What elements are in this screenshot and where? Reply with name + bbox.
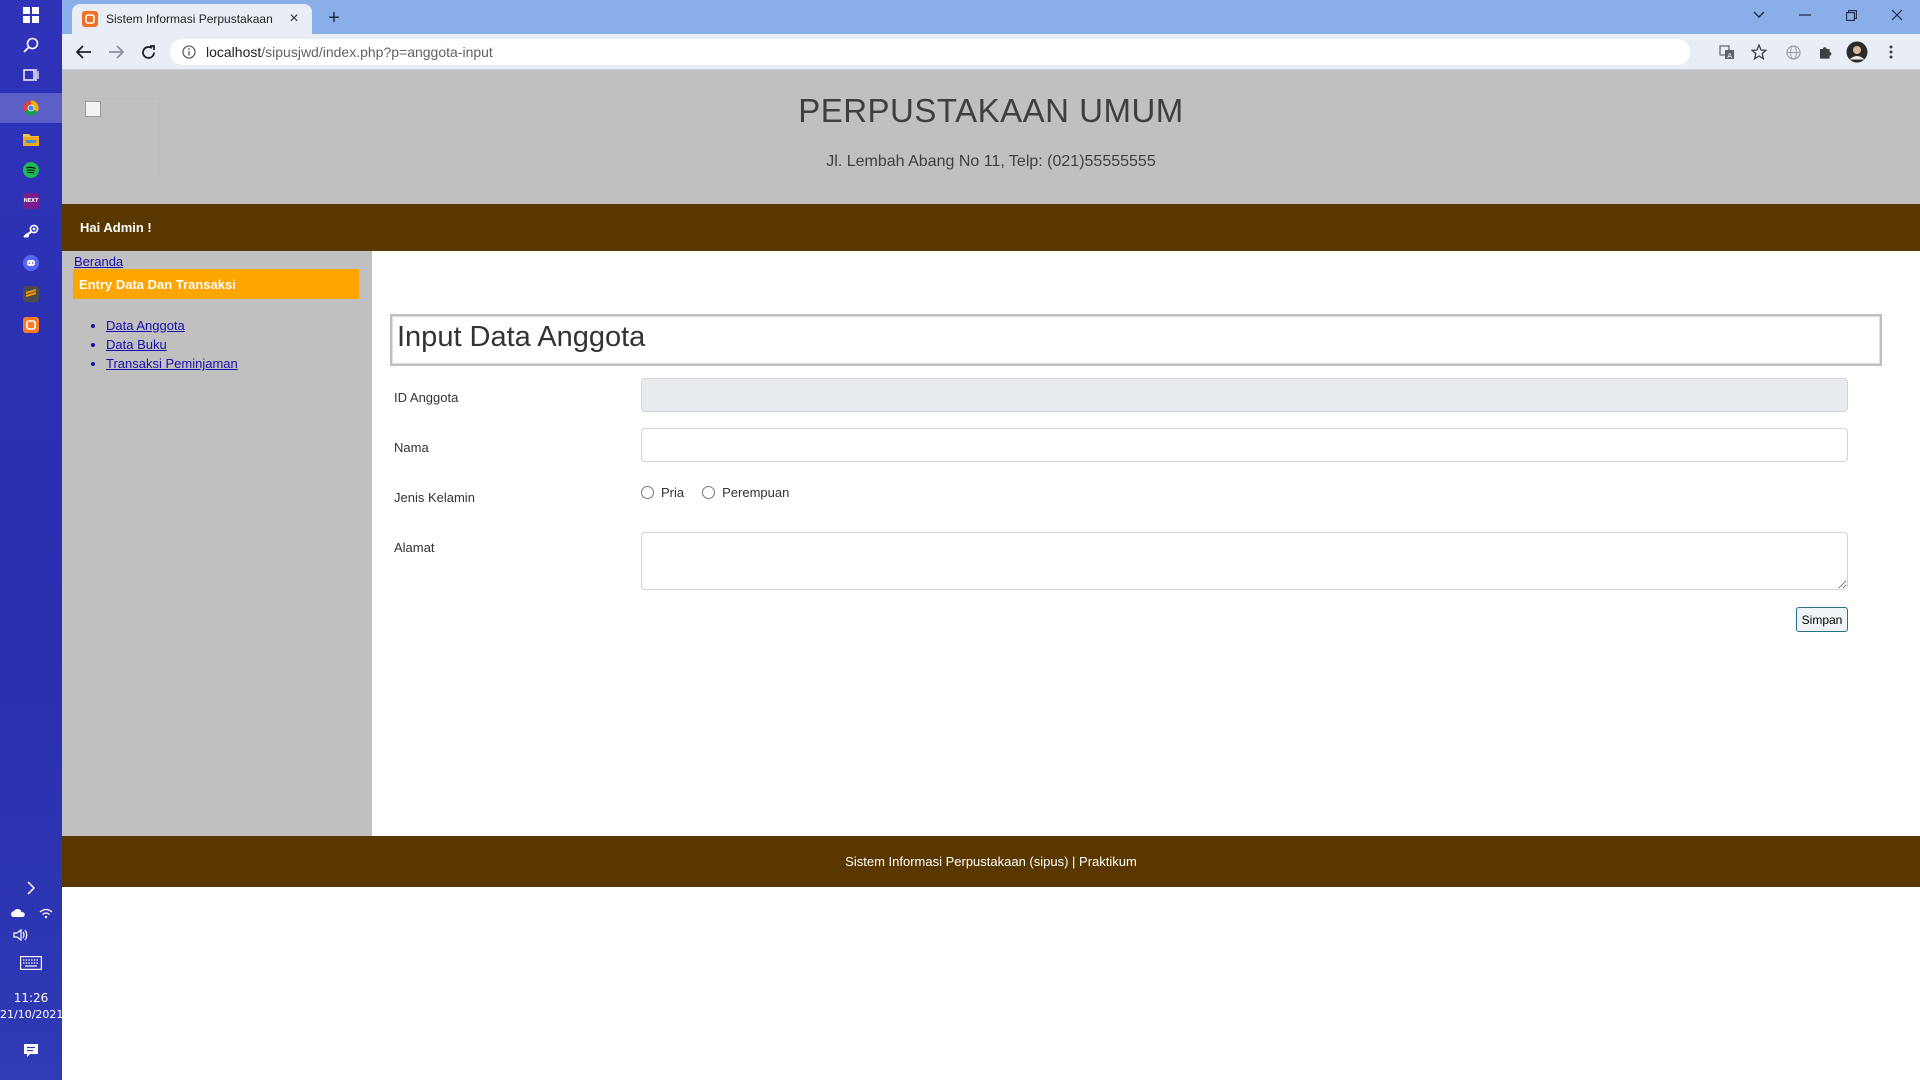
close-tab-icon[interactable]: × <box>286 10 302 28</box>
data-buku-link[interactable]: Data Buku <box>106 337 167 352</box>
menu-heading: Entry Data Dan Transaksi <box>73 269 359 299</box>
nama-label: Nama <box>394 440 429 455</box>
footer-text: Sistem Informasi Perpustakaan (sipus) | … <box>845 854 1137 869</box>
web-page: PERPUSTAKAAN UMUM Jl. Lembah Abang No 11… <box>62 70 1920 1080</box>
radio-pria-label[interactable]: Pria <box>661 485 684 500</box>
svg-text:A: A <box>1727 52 1732 60</box>
sidebar: Beranda Entry Data Dan Transaksi Data An… <box>62 251 372 836</box>
keyboard-icon[interactable] <box>0 948 62 978</box>
tab-title: Sistem Informasi Perpustakaan <box>106 12 273 26</box>
site-footer: Sistem Informasi Perpustakaan (sipus) | … <box>62 836 1920 887</box>
tab-strip: Sistem Informasi Perpustakaan × + <box>62 0 1920 34</box>
menu-item: Data Anggota <box>106 316 238 335</box>
file-explorer-icon[interactable] <box>0 124 62 154</box>
discord-icon[interactable] <box>0 248 62 278</box>
bookmark-star-icon[interactable] <box>1746 39 1772 65</box>
clock-time[interactable]: 11:26 <box>0 990 62 1006</box>
reload-button[interactable] <box>134 38 162 66</box>
new-tab-button[interactable]: + <box>320 4 348 32</box>
user-greeting: Hai Admin ! <box>80 220 152 235</box>
browser-toolbar: localhost/sipusjwd/index.php?p=anggota-i… <box>62 34 1920 70</box>
site-address: Jl. Lembah Abang No 11, Telp: (021)55555… <box>826 153 1156 170</box>
tab-search-icon[interactable] <box>1736 0 1782 30</box>
jenis-kelamin-label: Jenis Kelamin <box>394 490 475 505</box>
minimize-button[interactable] <box>1782 0 1828 30</box>
extensions-puzzle-icon[interactable] <box>1812 39 1838 65</box>
chrome-icon[interactable] <box>0 93 62 123</box>
alamat-textarea[interactable] <box>641 532 1848 590</box>
menu-item: Data Buku <box>106 335 238 354</box>
xampp-icon[interactable] <box>0 310 62 340</box>
notifications-icon[interactable] <box>0 1035 62 1065</box>
xampp-favicon-icon <box>82 11 98 27</box>
radio-perempuan[interactable] <box>702 486 716 499</box>
forward-button[interactable] <box>102 38 130 66</box>
gender-radio-group: Pria Perempuan <box>641 485 789 500</box>
search-icon[interactable] <box>0 30 62 60</box>
volume-icon[interactable] <box>4 920 38 950</box>
form-title: Input Data Anggota <box>397 321 646 353</box>
user-greeting-bar: Hai Admin ! <box>62 204 1920 251</box>
translate-icon[interactable]: A <box>1714 39 1740 65</box>
nama-input[interactable] <box>641 428 1848 462</box>
radio-perempuan-label[interactable]: Perempuan <box>722 485 789 500</box>
clock-date[interactable]: 21/10/2021 <box>0 1007 63 1023</box>
browser-window: Sistem Informasi Perpustakaan × + localh… <box>62 0 1920 1080</box>
globe-extension-icon[interactable] <box>1780 39 1806 65</box>
browser-tab-active[interactable]: Sistem Informasi Perpustakaan × <box>72 4 312 34</box>
task-view-icon[interactable] <box>0 60 62 90</box>
next-app-icon[interactable]: NEXT <box>0 186 62 216</box>
profile-avatar[interactable] <box>1844 39 1870 65</box>
close-window-button[interactable] <box>1874 0 1920 30</box>
sublime-text-icon[interactable] <box>0 279 62 309</box>
form-title-box: Input Data Anggota <box>390 314 1882 366</box>
menu-item: Transaksi Peminjaman <box>106 354 238 373</box>
id-anggota-input[interactable] <box>641 378 1848 412</box>
home-link[interactable]: Beranda <box>74 254 123 269</box>
data-anggota-link[interactable]: Data Anggota <box>106 318 185 333</box>
restore-button[interactable] <box>1828 0 1874 30</box>
menu-list: Data Anggota Data Buku Transaksi Peminja… <box>106 316 238 373</box>
windows-taskbar: NEXT 11:26 21/10/2021 <box>0 0 63 1080</box>
transaksi-peminjaman-link[interactable]: Transaksi Peminjaman <box>106 356 238 371</box>
windows-start-icon[interactable] <box>0 0 62 30</box>
id-anggota-label: ID Anggota <box>394 390 459 405</box>
radio-pria[interactable] <box>641 486 654 499</box>
url-path: /sipusjwd/index.php?p=anggota-input <box>261 44 493 60</box>
steam-icon[interactable] <box>0 217 62 247</box>
site-info-icon[interactable] <box>182 45 196 59</box>
spotify-icon[interactable] <box>0 155 62 185</box>
site-title: PERPUSTAKAAN UMUM <box>798 92 1184 129</box>
main-content: Input Data Anggota ID Anggota Nama Jenis… <box>372 251 1920 836</box>
url-host: localhost <box>206 44 262 60</box>
site-header: PERPUSTAKAAN UMUM Jl. Lembah Abang No 11… <box>62 70 1920 204</box>
alamat-label: Alamat <box>394 540 435 555</box>
simpan-button[interactable]: Simpan <box>1796 607 1848 632</box>
more-menu-icon[interactable] <box>1878 39 1904 65</box>
back-button[interactable] <box>70 38 98 66</box>
address-bar[interactable]: localhost/sipusjwd/index.php?p=anggota-i… <box>170 39 1690 65</box>
